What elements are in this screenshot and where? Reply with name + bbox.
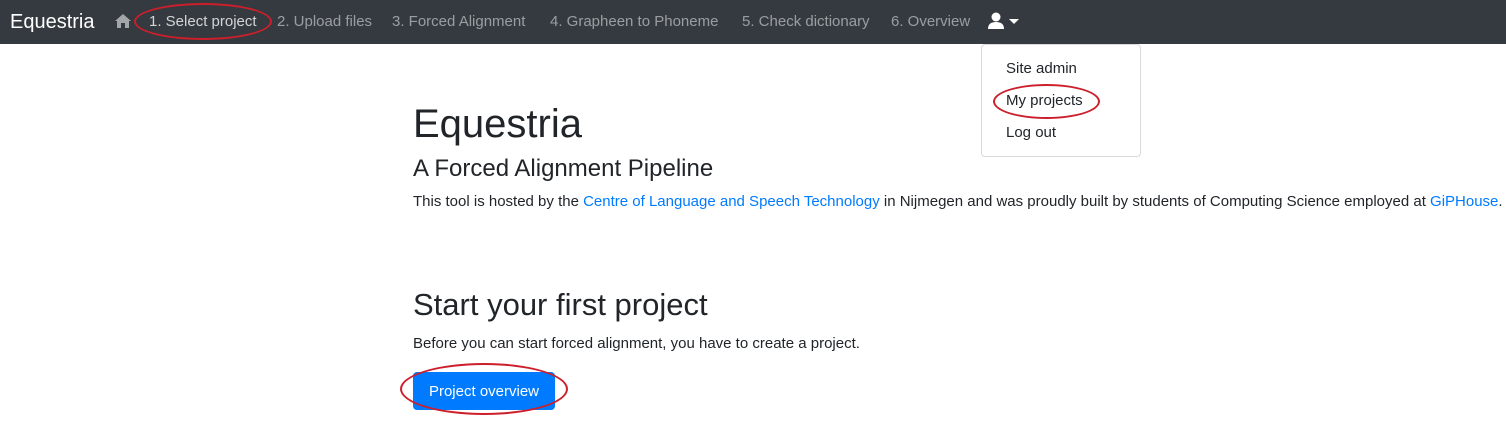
project-overview-button[interactable]: Project overview [413,372,555,410]
brand-logo[interactable]: Equestria [10,9,95,35]
giphouse-link[interactable]: GiPHouse [1430,193,1498,210]
nav-step-forced-alignment[interactable]: 3. Forced Alignment [392,12,525,32]
menu-item-my-projects[interactable]: My projects [1006,91,1083,111]
nav-step-overview[interactable]: 6. Overview [891,12,970,32]
nav-step-check-dictionary[interactable]: 5. Check dictionary [742,12,870,32]
section-heading: Start your first project [413,287,708,322]
nav-step-grapheme-to-phoneme[interactable]: 4. Grapheen to Phoneme [550,12,718,32]
nav-step-upload-files[interactable]: 2. Upload files [277,12,372,32]
clst-link[interactable]: Centre of Language and Speech Technology [583,193,880,210]
intro-paragraph: This tool is hosted by the Centre of Lan… [413,190,1506,214]
page-title: Equestria [413,102,582,146]
caret-down-icon [1009,19,1019,24]
intro-text-before: This tool is hosted by the [413,193,584,210]
top-navbar: Equestria 1. Select project 2. Upload fi… [0,0,1506,44]
intro-text-after: . [1498,193,1503,210]
menu-item-log-out[interactable]: Log out [1006,123,1056,143]
intro-text-middle: in Nijmegen and was proudly built by stu… [879,193,1431,210]
menu-item-site-admin[interactable]: Site admin [1006,59,1077,79]
page-subtitle: A Forced Alignment Pipeline [413,155,714,182]
user-icon [988,12,1019,29]
nav-step-select-project[interactable]: 1. Select project [149,12,257,32]
user-menu-toggle[interactable] [987,12,1023,32]
home-icon[interactable] [114,13,132,29]
section-text: Before you can start forced alignment, y… [413,335,860,352]
user-dropdown-menu: Site admin My projects Log out [981,44,1141,157]
